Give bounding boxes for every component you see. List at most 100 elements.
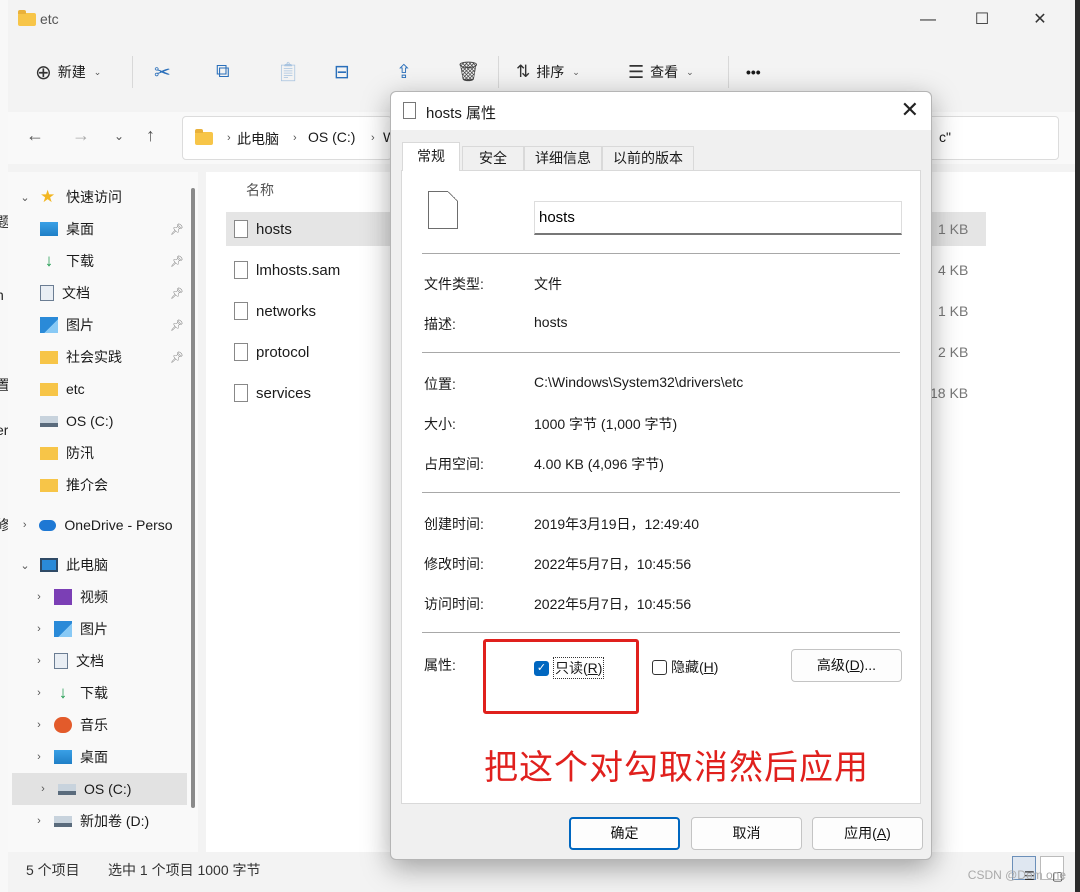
nav-item-os-c-quick[interactable]: OS (C:)	[8, 405, 188, 437]
drive-icon	[40, 415, 58, 427]
pin-icon: 📌︎	[170, 287, 184, 300]
address-bar[interactable]: › 此电脑 › OS (C:) › W	[182, 116, 396, 160]
share-button[interactable]: ⇪	[396, 58, 412, 86]
nav-item-new-volume-d[interactable]: › 新加卷 (D:)	[8, 805, 188, 837]
chevron-right-icon: ›	[37, 751, 41, 763]
pin-icon: 📌︎	[170, 351, 184, 364]
new-button[interactable]: ⊕ 新建 ⌄	[35, 58, 101, 86]
ok-button[interactable]: 确定	[569, 817, 680, 850]
nav-item-documents[interactable]: 文档 📌︎	[8, 277, 188, 309]
video-icon	[54, 589, 72, 605]
rename-icon: ⊟	[334, 61, 350, 83]
file-name: networks	[256, 302, 317, 320]
nav-quick-access[interactable]: ⌄ ★ 快速访问	[8, 181, 188, 213]
cut-button[interactable]: ✂	[154, 58, 171, 86]
chevron-down-icon: ⌄	[686, 66, 694, 77]
close-icon[interactable]: ✕	[901, 97, 919, 123]
nav-item-os-c[interactable]: › OS (C:)	[12, 773, 187, 805]
nav-item-desktop[interactable]: 桌面 📌︎	[8, 213, 188, 245]
column-header-name[interactable]: 名称	[246, 180, 274, 200]
chevron-down-icon: ⌄	[20, 559, 30, 572]
forward-button[interactable]: →	[72, 125, 90, 146]
nav-label: etc	[66, 381, 85, 397]
apply-button[interactable]: 应用(A)	[812, 817, 923, 850]
delete-button[interactable]: 🗑︎	[456, 58, 480, 86]
close-window-button[interactable]: ✕	[1020, 8, 1060, 32]
size-on-disk-label: 占用空间:	[424, 456, 484, 472]
nav-label: 快速访问	[66, 189, 122, 205]
up-button[interactable]: ↑	[146, 125, 155, 146]
nav-item-pc-desktop[interactable]: › 桌面	[8, 741, 188, 773]
nav-item-videos[interactable]: › 视频	[8, 581, 188, 613]
tab-security[interactable]: 安全	[462, 146, 524, 170]
accessed-label: 访问时间:	[424, 596, 484, 612]
file-name-field[interactable]	[534, 201, 902, 235]
edge-text: er	[0, 422, 8, 438]
search-text: c"	[939, 129, 951, 145]
tab-previous-versions[interactable]: 以前的版本	[602, 146, 694, 170]
location-label: 位置:	[424, 376, 456, 392]
nav-label: 桌面	[66, 221, 94, 237]
advanced-button[interactable]: 高级(D)...	[791, 649, 902, 682]
nav-label: 文档	[62, 285, 90, 301]
back-button[interactable]: ←	[26, 125, 44, 146]
scissors-icon: ✂	[154, 61, 171, 84]
folder-icon	[195, 129, 213, 145]
sort-button[interactable]: ⇅ 排序 ⌄	[516, 58, 580, 86]
copy-button[interactable]: ⧉	[216, 58, 230, 86]
file-type-label: 文件类型:	[424, 276, 484, 292]
cancel-button[interactable]: 取消	[691, 817, 802, 850]
file-type-value: 文件	[534, 276, 562, 292]
toolbar-divider	[498, 56, 499, 88]
sort-arrows-icon: ⇅	[516, 62, 531, 81]
modified-value: 2022年5月7日，10:45:56	[534, 556, 692, 572]
document-icon	[54, 653, 68, 669]
nav-onedrive[interactable]: › OneDrive - Perso	[8, 509, 188, 541]
file-icon	[428, 191, 458, 229]
navigation-scrollbar[interactable]	[191, 188, 195, 808]
nav-item-pictures[interactable]: 图片 📌︎	[8, 309, 188, 341]
view-label: 查看	[650, 64, 679, 80]
nav-item-music[interactable]: › 音乐	[8, 709, 188, 741]
nav-item-etc[interactable]: etc	[8, 373, 188, 405]
rename-button[interactable]: ⊟	[334, 58, 350, 86]
nav-label: 下载	[80, 685, 108, 701]
chevron-right-icon: ›	[37, 591, 41, 603]
chevron-right-icon: ›	[37, 655, 41, 667]
file-icon	[234, 220, 248, 238]
created-label: 创建时间:	[424, 516, 484, 532]
breadcrumb-os-c[interactable]: OS (C:)	[308, 129, 355, 145]
divider	[422, 492, 900, 493]
tab-details[interactable]: 详细信息	[524, 146, 602, 170]
breadcrumb-this-pc[interactable]: 此电脑	[237, 129, 279, 149]
file-size: 18 KB	[930, 385, 969, 401]
nav-item-pc-downloads[interactable]: › ↓ 下载	[8, 677, 188, 709]
view-button[interactable]: ☰ 查看 ⌄	[628, 58, 694, 86]
tab-general[interactable]: 常规	[402, 142, 460, 171]
hidden-checkbox[interactable]	[652, 659, 667, 675]
description-value: hosts	[534, 314, 568, 330]
folder-icon	[40, 478, 58, 492]
nav-this-pc[interactable]: ⌄ 此电脑	[8, 549, 188, 581]
more-options-button[interactable]: •••	[746, 58, 761, 86]
search-input[interactable]: c"	[928, 116, 1059, 160]
nav-item-downloads[interactable]: ↓ 下载 📌︎	[8, 245, 188, 277]
file-size: 4 KB	[938, 262, 969, 278]
paste-button[interactable]: 📋︎	[276, 58, 300, 86]
nav-item-promotion[interactable]: 推介会	[8, 469, 188, 501]
chevron-right-icon: ›	[293, 132, 297, 144]
maximize-button[interactable]: ☐	[962, 8, 1002, 32]
chevron-down-icon: ⌄	[572, 66, 580, 77]
minimize-button[interactable]: —	[908, 8, 948, 32]
recent-locations-button[interactable]: ⌄	[114, 129, 124, 143]
nav-item-pc-pictures[interactable]: › 图片	[8, 613, 188, 645]
nav-label: 防汛	[66, 445, 94, 461]
share-icon: ⇪	[396, 61, 412, 83]
nav-item-social-practice[interactable]: 社会实践 📌︎	[8, 341, 188, 373]
hidden-checkbox-row[interactable]: 隐藏(H)	[652, 657, 718, 677]
nav-item-pc-documents[interactable]: › 文档	[8, 645, 188, 677]
divider	[422, 253, 900, 254]
annotation-highlight-box	[483, 639, 639, 714]
nav-item-flood-control[interactable]: 防汛	[8, 437, 188, 469]
divider	[422, 632, 900, 633]
